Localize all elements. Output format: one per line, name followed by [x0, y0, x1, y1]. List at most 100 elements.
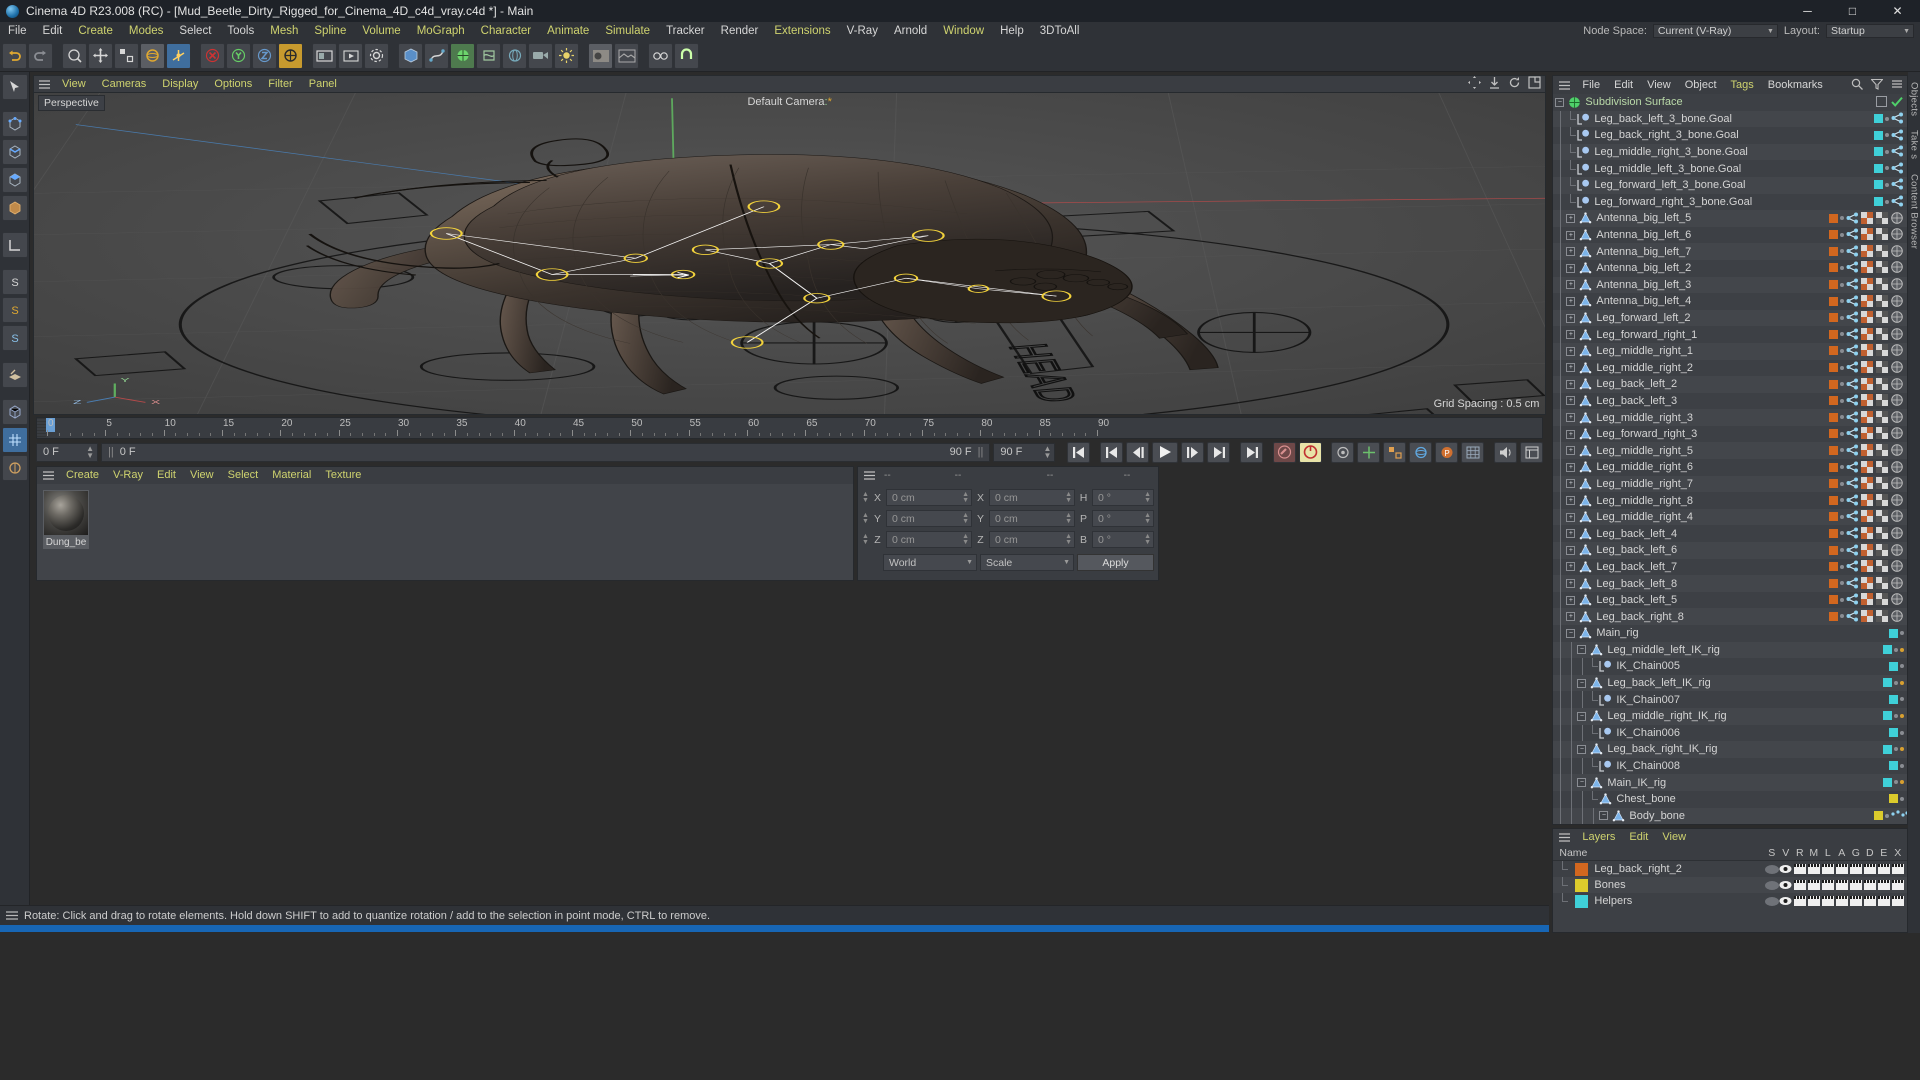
- material-menu-create[interactable]: Create: [59, 467, 106, 484]
- collapse-icon[interactable]: −: [1577, 645, 1587, 655]
- previous-frame-button[interactable]: [1126, 441, 1150, 463]
- material-menu-material[interactable]: Material: [265, 467, 318, 484]
- object-row[interactable]: − Leg_back_left_IK_rig: [1553, 674, 1907, 692]
- menu-create[interactable]: Create: [70, 22, 121, 40]
- layer-color-swatch[interactable]: [1575, 894, 1589, 908]
- protection-tag-icon[interactable]: [1891, 278, 1904, 291]
- object-dot-icon[interactable]: [1884, 116, 1889, 121]
- object-dot-icon[interactable]: [1839, 299, 1844, 304]
- object-dot-icon[interactable]: [1893, 647, 1898, 652]
- xpresso-tag-icon[interactable]: [1846, 311, 1859, 324]
- layer-color-swatch[interactable]: [1828, 578, 1838, 588]
- protection-tag-icon[interactable]: [1891, 211, 1904, 225]
- protection-tag-icon[interactable]: [1891, 311, 1904, 324]
- expand-icon[interactable]: +: [1566, 529, 1576, 539]
- object-row[interactable]: + Leg_back_left_8: [1553, 575, 1907, 592]
- layer-color-swatch[interactable]: [1888, 628, 1898, 638]
- layer-color-swatch[interactable]: [1828, 562, 1838, 572]
- texture-tag-icon[interactable]: [1875, 576, 1889, 590]
- xpresso-tag-icon[interactable]: [1846, 427, 1859, 440]
- point-mode-button[interactable]: [1, 111, 28, 137]
- collapse-icon[interactable]: −: [1577, 744, 1587, 754]
- object-dot-icon[interactable]: [1839, 448, 1844, 453]
- coord-position-field[interactable]: 0 cm ▲ ▼: [886, 510, 972, 527]
- texture-tag-icon[interactable]: [1875, 460, 1889, 474]
- layer-flag-toggle[interactable]: [1863, 880, 1877, 891]
- texture-mode-button[interactable]: [614, 42, 639, 69]
- xpresso-tag-icon[interactable]: [1846, 411, 1859, 424]
- vertical-tab-content-browser[interactable]: Content Browser: [1908, 174, 1919, 249]
- texture-tag-icon[interactable]: [1875, 560, 1889, 573]
- next-frame-button[interactable]: [1181, 441, 1205, 463]
- weight-tag-icon[interactable]: [1860, 327, 1874, 341]
- object-dot-icon[interactable]: [1839, 614, 1844, 619]
- menu-character[interactable]: Character: [473, 22, 540, 40]
- object-row[interactable]: + Leg_middle_right_6: [1553, 459, 1906, 476]
- xpresso-tag-icon[interactable]: [1846, 461, 1859, 474]
- texture-axis-button[interactable]: [1, 232, 28, 258]
- layer-color-swatch[interactable]: [1828, 545, 1838, 555]
- layer-color-swatch[interactable]: [1828, 412, 1838, 422]
- object-menu-tags[interactable]: Tags: [1724, 76, 1761, 94]
- expand-icon[interactable]: +: [1566, 363, 1576, 373]
- subdivision-surface-button[interactable]: [450, 42, 475, 69]
- scale-tool-button[interactable]: [114, 42, 139, 69]
- current-frame-field[interactable]: 0 F ▲ ▼: [36, 442, 98, 462]
- scale-key-button[interactable]: [1383, 441, 1407, 463]
- material-menu-edit[interactable]: Edit: [150, 467, 183, 484]
- object-row[interactable]: + Leg_forward_right_1: [1553, 326, 1906, 343]
- workplane-button[interactable]: [1, 362, 28, 388]
- expand-icon[interactable]: +: [1566, 413, 1576, 423]
- layer-color-swatch[interactable]: [1828, 329, 1838, 339]
- sound-button[interactable]: [1494, 441, 1518, 463]
- object-row[interactable]: + Leg_middle_right_2: [1553, 359, 1906, 377]
- weight-tag-icon[interactable]: [1860, 493, 1874, 507]
- object-dot-icon[interactable]: [1839, 548, 1844, 553]
- object-row[interactable]: Leg_middle_right_3_bone.Goal: [1553, 143, 1907, 161]
- expand-icon[interactable]: +: [1566, 429, 1576, 439]
- weight-tag-icon[interactable]: [1860, 477, 1874, 490]
- weight-tag-icon[interactable]: [1860, 344, 1874, 357]
- layer-flag-toggle[interactable]: [1849, 896, 1863, 907]
- xpresso-tag-icon[interactable]: [1846, 477, 1859, 490]
- texture-tag-icon[interactable]: [1875, 327, 1889, 341]
- layer-solo-toggle[interactable]: [1764, 880, 1779, 890]
- layer-flag-toggle[interactable]: [1891, 864, 1905, 875]
- record-active-objects-button[interactable]: [1273, 441, 1297, 463]
- previous-keyframe-button[interactable]: [1100, 441, 1124, 463]
- object-row[interactable]: Leg_middle_left_3_bone.Goal: [1553, 160, 1906, 177]
- layer-color-swatch[interactable]: [1828, 363, 1838, 372]
- next-keyframe-button[interactable]: [1207, 441, 1231, 463]
- object-dot-icon[interactable]: [1839, 498, 1844, 503]
- uv-button[interactable]: [1, 455, 28, 481]
- weight-tag-icon[interactable]: [1860, 278, 1874, 291]
- texture-tag-icon[interactable]: [1875, 211, 1889, 225]
- minimize-button[interactable]: ─: [1785, 0, 1830, 22]
- rotation-key-button[interactable]: [1409, 441, 1433, 463]
- y-axis-lock-button[interactable]: [226, 42, 251, 69]
- viewport-menu-view[interactable]: View: [54, 76, 94, 93]
- layer-color-swatch[interactable]: [1888, 694, 1898, 704]
- object-dot-icon[interactable]: [1899, 730, 1904, 735]
- snap-settings-button[interactable]: S: [1, 325, 28, 351]
- timeline-mode-button[interactable]: [1520, 441, 1544, 463]
- layer-color-swatch[interactable]: [1882, 678, 1892, 688]
- zoom-icon[interactable]: [1488, 76, 1501, 92]
- layer-solo-toggle[interactable]: [1764, 896, 1779, 906]
- object-dot-icon[interactable]: [1839, 481, 1844, 486]
- expand-icon[interactable]: +: [1566, 595, 1576, 605]
- texture-tag-icon[interactable]: [1875, 311, 1889, 324]
- protection-tag-icon[interactable]: [1891, 493, 1904, 507]
- texture-tag-icon[interactable]: [1875, 427, 1889, 440]
- world-axis-button[interactable]: [166, 42, 191, 69]
- weight-tag-icon[interactable]: [1860, 361, 1874, 374]
- magnet-button[interactable]: [674, 42, 699, 69]
- expand-icon[interactable]: +: [1566, 379, 1576, 389]
- expand-icon[interactable]: +: [1566, 446, 1576, 456]
- object-row[interactable]: + Antenna_big_left_4: [1553, 293, 1906, 310]
- weight-tag-icon[interactable]: [1860, 427, 1874, 440]
- object-dot-icon[interactable]: [1884, 149, 1889, 154]
- menu-3dtoall[interactable]: 3DToAll: [1032, 22, 1088, 40]
- xpresso-tag-icon[interactable]: [1846, 361, 1859, 374]
- object-dot-icon[interactable]: [1839, 382, 1844, 387]
